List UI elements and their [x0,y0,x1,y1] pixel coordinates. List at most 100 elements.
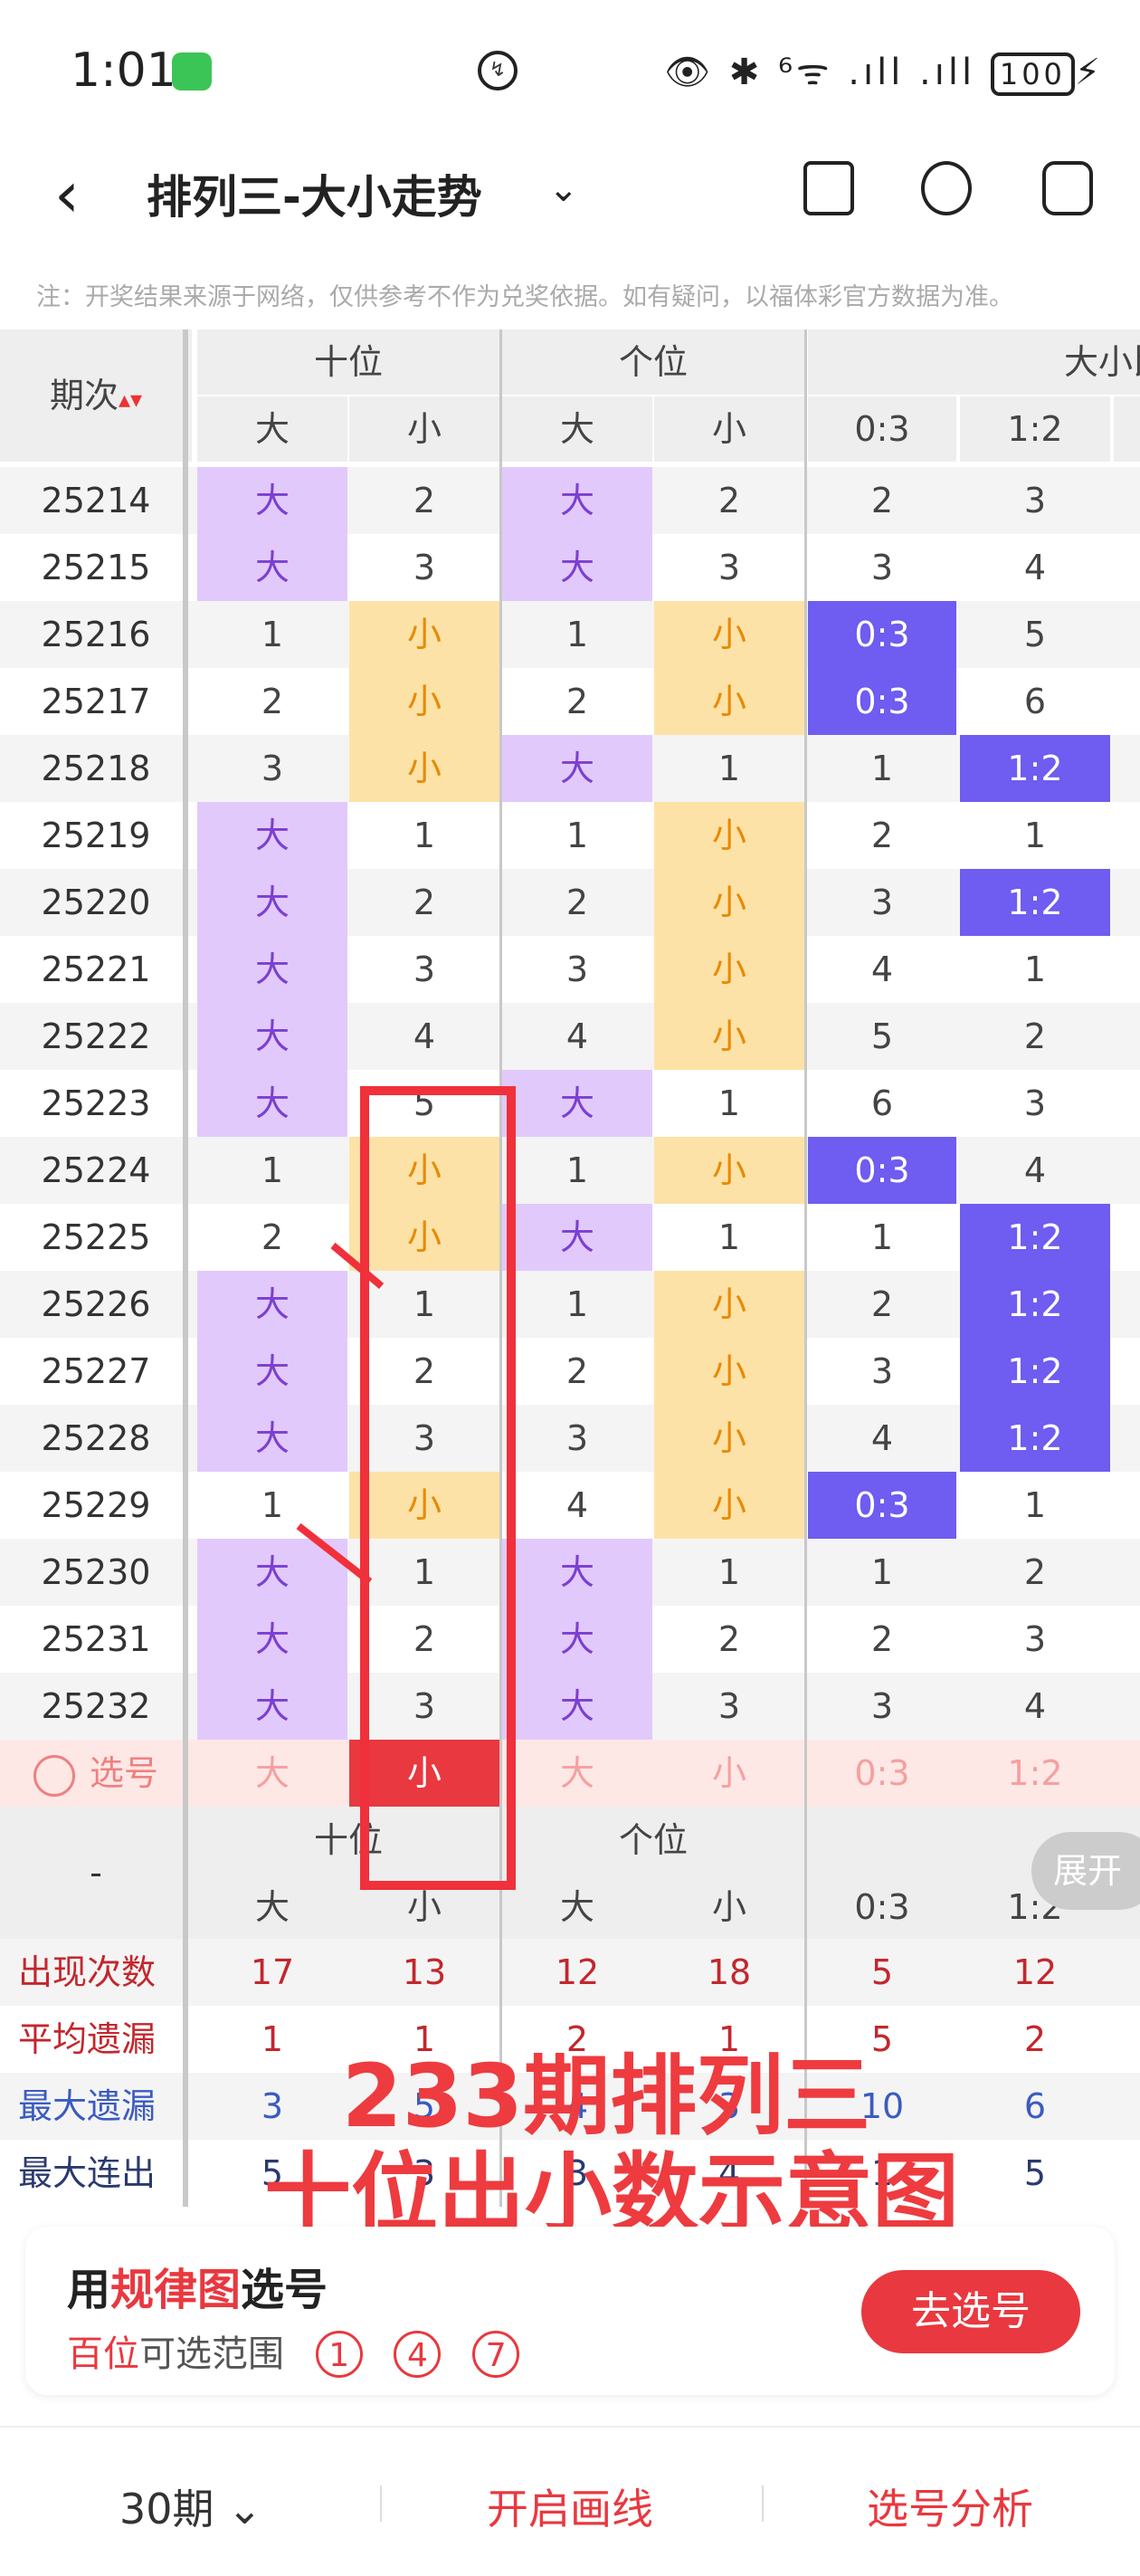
data-saver-icon: ↯ [478,51,518,91]
wechat-icon [172,52,212,91]
period-selector[interactable]: 30期 ⌄ [119,2476,262,2536]
trend-cell: 0:3 [808,601,956,668]
trend-cell: 3 [1023,1083,1047,1123]
trend-cell: 1 [261,1150,284,1190]
trend-cell: 0:3 [808,1137,956,1204]
group-ratio: 大小比 [808,329,1140,395]
table-row: 25226 大 1 1 小 2 1:2 [0,1271,1140,1338]
go-select-button[interactable]: 去选号 [861,2270,1080,2353]
trend-cell: 大 [502,1539,652,1606]
trend-cell: 3 [717,1686,741,1726]
trend-cell: 大 [502,1673,652,1740]
analysis-button[interactable]: 选号分析 [867,2476,1033,2536]
trend-cell: 4 [1023,548,1047,587]
range-number: 7 [472,2331,520,2378]
footer-header: - 十位 个位大小大小 0:3 1:2 [0,1807,1140,1939]
trend-cell: 1 [717,1552,741,1592]
trend-cell: 小 [349,735,499,802]
trend-cell: 小 [654,1271,804,1338]
trend-cell: 2 [261,682,284,721]
period-cell: 25224 [41,1150,151,1190]
group-ones: 个位 [502,329,804,395]
trend-cell: 大 [197,1338,347,1405]
table-row: 25225 2 小大 1 1 1:2 [0,1204,1140,1271]
trend-cell: 大 [197,869,347,936]
trend-cell: 3 [1023,1619,1047,1659]
period-cell: 25223 [41,1083,151,1123]
trend-cell: 2 [717,1619,741,1659]
trend-cell: 3 [870,1686,894,1726]
period-cell: 25230 [41,1552,151,1592]
period-cell: 25216 [41,615,151,654]
sub-header: 大 [197,396,347,462]
trend-cell: 1:2 [960,1271,1110,1338]
phone-icon[interactable] [803,161,854,215]
settings-icon[interactable] [1042,161,1093,215]
trend-cell: 2 [261,1217,284,1257]
trend-cell: 小 [654,936,804,1003]
trend-cell: 1 [413,816,436,855]
trend-cell: 小 [349,601,499,668]
trend-cell: 1 [870,1552,894,1592]
select-row[interactable]: 选号大小大小 0:3 1:2 [0,1740,1140,1807]
trend-cell: 1 [870,1217,894,1257]
trend-cell: 1 [717,1217,741,1257]
share-icon[interactable] [921,161,972,215]
column-divider [804,329,807,2207]
stats-row: 出现次数 17 13 12 18 5 12 [0,1939,1140,2006]
trend-cell: 2 [565,1351,589,1391]
select-option[interactable]: 小 [654,1740,804,1807]
trend-cell: 2 [413,481,436,520]
select-option[interactable]: 1:2 [960,1740,1110,1807]
trend-cell: 大 [502,735,652,802]
card-range: 百位可选范围 1 4 7 [67,2324,520,2378]
period-cell: 25214 [41,481,151,520]
select-option[interactable]: 大 [502,1740,652,1807]
bottom-bar: 30期 ⌄ 开启画线 选号分析 [0,2426,1140,2576]
trend-cell: 2 [870,816,894,855]
sub-header: 1:2 [960,396,1110,462]
trend-cell: 6 [1023,682,1047,721]
trend-cell: 大 [502,1204,652,1271]
select-option[interactable]: 大 [197,1740,347,1807]
period-cell: 25232 [41,1686,151,1726]
trend-cell: 1:2 [960,1405,1110,1472]
trend-cell: 1 [261,1485,284,1525]
table-row: 25229 1 小 4 小 0:3 1 [0,1472,1140,1539]
table-row: 25231 大 2 大 2 2 3 [0,1606,1140,1673]
draw-line-button[interactable]: 开启画线 [487,2476,653,2536]
back-icon[interactable]: ‹ [54,163,80,226]
select-label[interactable]: 选号 [0,1740,192,1807]
select-option[interactable]: 0:3 [808,1740,956,1807]
disclaimer-note: 注：开奖结果来源于网络，仅供参考不作为兑奖依据。如有疑问，以福体彩官方数据为准。 [36,283,1013,311]
trend-cell: 1 [1023,949,1047,989]
range-number: 1 [315,2331,363,2378]
trend-cell: 大 [197,1003,347,1070]
trend-cell: 小 [654,869,804,936]
period-cell: 25219 [41,816,151,855]
group-tens: 十位 [197,329,499,395]
table-row: 25223 大 5 大 1 6 3 [0,1070,1140,1137]
period-cell: 25228 [41,1418,151,1458]
trend-cell: 1 [565,816,589,855]
period-header[interactable]: 期次▴▾ [0,329,192,462]
chevron-down-icon[interactable]: ⌄ [548,168,579,210]
trend-cell: 2 [870,1284,894,1324]
top-nav: ‹ 排列三-大小走势 ⌄ [0,136,1140,253]
trend-cell: 1 [261,615,284,654]
table-row: 25224 1 小 1 小 0:3 4 [0,1137,1140,1204]
expand-button[interactable]: 展开 [1031,1832,1140,1910]
table-row: 25232 大 3 大 3 3 4 [0,1673,1140,1740]
trend-cell: 1 [717,1083,741,1123]
period-cell: 25227 [41,1351,151,1391]
card-title: 用规律图选号 [67,2265,328,2315]
trend-cell: 3 [413,548,436,587]
trend-cell: 大 [197,1271,347,1338]
trend-cell: 大 [197,802,347,869]
sub-header: 小 [349,396,499,462]
page-title[interactable]: 排列三-大小走势 [147,161,482,226]
period-cell: 25226 [41,1284,151,1324]
trend-cell: 小 [654,668,804,735]
table-row: 25228 大 3 3 小 4 1:2 [0,1405,1140,1472]
trend-cell: 4 [1023,1150,1047,1190]
